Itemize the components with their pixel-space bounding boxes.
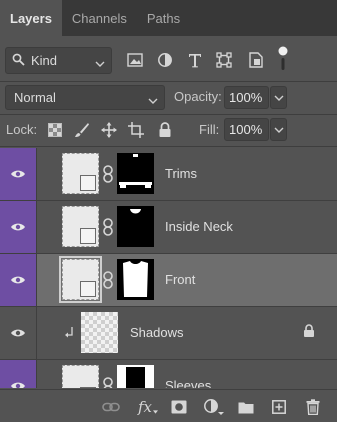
- layer-row-front[interactable]: Front: [0, 254, 337, 307]
- kind-filter-select[interactable]: Kind: [5, 47, 112, 74]
- layer-mask-thumbnail[interactable]: [117, 259, 154, 300]
- eye-icon: [11, 382, 25, 388]
- fill-label: Fill:: [199, 122, 220, 137]
- search-icon: [12, 53, 25, 69]
- filter-toggle-icon[interactable]: [274, 46, 292, 72]
- layer-name[interactable]: Sleeves: [165, 378, 211, 388]
- blend-row: Normal Opacity: 100%: [0, 83, 337, 113]
- layer-mask-thumbnail[interactable]: [117, 365, 154, 388]
- layers-list[interactable]: Trims Inside Neck Front Shadows Sleeves: [0, 148, 337, 388]
- sleeves-mask-shape: [126, 367, 145, 388]
- tab-channels[interactable]: Channels: [62, 0, 137, 36]
- smart-object-badge-icon: [80, 281, 96, 297]
- smart-object-badge-icon: [80, 387, 96, 388]
- layer-lock-icon: [304, 324, 314, 337]
- panel-tabs: Layers Channels Paths: [0, 0, 337, 36]
- separator: [0, 114, 337, 115]
- smart-object-badge-icon: [80, 228, 96, 244]
- filter-row: Kind: [0, 44, 337, 78]
- separator: [0, 81, 337, 82]
- smart-object-filter-icon[interactable]: [247, 51, 265, 69]
- tab-paths[interactable]: Paths: [137, 0, 190, 36]
- new-layer-icon[interactable]: [271, 398, 287, 416]
- layer-thumbnail[interactable]: [59, 256, 102, 303]
- adjustment-layer-icon[interactable]: [203, 398, 225, 416]
- lock-image-pixels-icon[interactable]: [73, 121, 91, 139]
- layer-name[interactable]: Front: [165, 272, 195, 287]
- kind-filter-label: Kind: [31, 53, 58, 68]
- visibility-toggle[interactable]: [0, 254, 36, 306]
- fill-dropdown[interactable]: [270, 118, 287, 141]
- layer-row-trims[interactable]: Trims: [0, 148, 337, 201]
- layer-row-inside-neck[interactable]: Inside Neck: [0, 201, 337, 254]
- link-layers-icon[interactable]: [101, 398, 121, 416]
- clipping-mask-arrow-icon: [65, 327, 73, 338]
- blend-mode-select[interactable]: Normal: [5, 85, 165, 110]
- smart-object-badge-icon: [80, 175, 96, 191]
- neck-mask-shape: [130, 209, 141, 214]
- layer-thumbnail[interactable]: [81, 312, 118, 353]
- visibility-toggle[interactable]: [0, 201, 36, 253]
- separator: [0, 146, 337, 147]
- visibility-toggle[interactable]: [0, 360, 36, 388]
- layer-thumbnail[interactable]: [62, 153, 99, 194]
- layer-row-sleeves[interactable]: Sleeves: [0, 360, 337, 388]
- front-mask-shape: [123, 261, 148, 297]
- opacity-field[interactable]: 100%: [224, 86, 269, 109]
- new-group-folder-icon[interactable]: [237, 398, 255, 416]
- column-divider: [36, 360, 37, 388]
- blend-mode-value: Normal: [14, 90, 56, 105]
- lock-transparent-pixels-icon[interactable]: [46, 121, 64, 139]
- link-icon[interactable]: [102, 271, 114, 289]
- tab-bar-spacer: [190, 0, 337, 36]
- column-divider: [36, 254, 37, 306]
- adjustment-filter-icon[interactable]: [156, 51, 174, 69]
- column-divider: [36, 148, 37, 200]
- eye-icon: [11, 276, 25, 284]
- tab-layers[interactable]: Layers: [0, 0, 62, 36]
- layer-name[interactable]: Trims: [165, 166, 197, 181]
- layer-mask-thumbnail[interactable]: [117, 206, 154, 247]
- visibility-toggle[interactable]: [0, 148, 36, 200]
- column-divider: [36, 201, 37, 253]
- layer-thumbnail[interactable]: [62, 206, 99, 247]
- fill-field[interactable]: 100%: [224, 118, 269, 141]
- lock-artboard-icon[interactable]: [127, 121, 145, 139]
- chevron-down-icon: [95, 56, 105, 71]
- eye-icon: [11, 170, 25, 178]
- image-filter-icon[interactable]: [126, 51, 144, 69]
- link-icon[interactable]: [102, 377, 114, 388]
- lock-row: Lock: Fill: 100%: [0, 116, 337, 144]
- eye-icon: [11, 329, 25, 337]
- lock-position-icon[interactable]: [100, 121, 118, 139]
- opacity-dropdown[interactable]: [270, 86, 287, 109]
- visibility-toggle[interactable]: [0, 307, 36, 359]
- opacity-label: Opacity:: [174, 89, 222, 104]
- layer-thumbnail[interactable]: [62, 365, 99, 388]
- chevron-down-icon: [148, 93, 158, 108]
- trash-icon[interactable]: [305, 398, 321, 416]
- column-divider: [36, 307, 37, 359]
- trims-mask-shape: [119, 154, 152, 188]
- fx-icon[interactable]: fx: [138, 398, 158, 416]
- lock-all-icon[interactable]: [156, 121, 174, 139]
- add-mask-icon[interactable]: [170, 398, 188, 416]
- link-icon[interactable]: [102, 165, 114, 183]
- layer-mask-thumbnail[interactable]: [117, 153, 154, 194]
- lock-label: Lock:: [6, 122, 38, 137]
- link-icon[interactable]: [102, 218, 114, 236]
- type-filter-icon[interactable]: [186, 51, 204, 69]
- layer-name[interactable]: Shadows: [130, 325, 183, 340]
- layer-row-shadows[interactable]: Shadows: [0, 307, 337, 360]
- shape-filter-icon[interactable]: [215, 51, 233, 69]
- layer-name[interactable]: Inside Neck: [165, 219, 233, 234]
- layers-bottom-toolbar: fx: [0, 389, 337, 422]
- eye-icon: [11, 223, 25, 231]
